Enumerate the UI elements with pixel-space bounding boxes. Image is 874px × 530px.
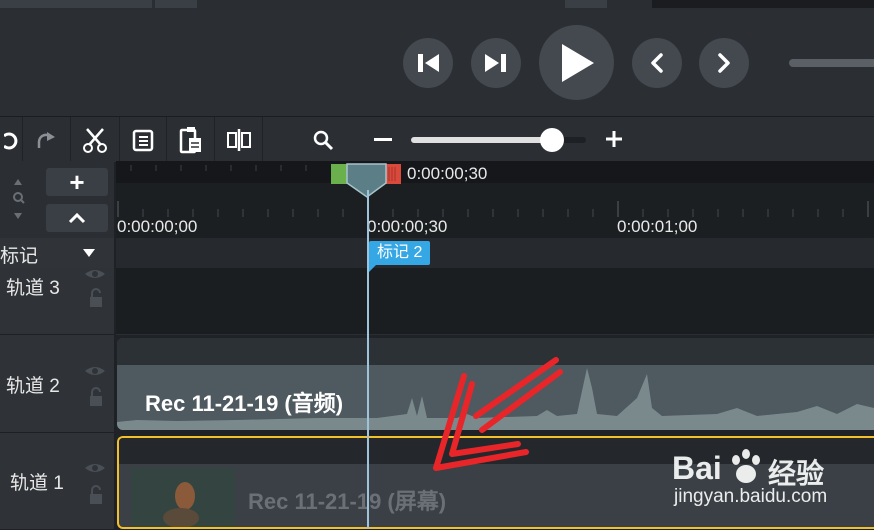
- track-name: 轨道 3: [6, 278, 60, 299]
- ruler-label: 0:00:00;30: [367, 217, 448, 236]
- top-tab[interactable]: [155, 0, 197, 8]
- collapse-tracks-button[interactable]: [46, 204, 108, 232]
- track-header-1[interactable]: 轨道 1: [0, 433, 114, 530]
- split-icon: [226, 128, 251, 151]
- baidu-watermark: Bai 经验 jingyan.baidu.com: [640, 432, 874, 529]
- clip-title: Rec 11-21-19 (屏幕): [248, 489, 447, 514]
- undo-icon: [4, 132, 18, 149]
- eye-icon[interactable]: [84, 365, 106, 377]
- play-button[interactable]: [539, 25, 614, 100]
- chevron-up-icon: [68, 212, 86, 224]
- track-lane-3[interactable]: [116, 268, 874, 335]
- lock-icon[interactable]: [88, 288, 104, 308]
- top-strip: [0, 0, 874, 10]
- player-controls: [0, 10, 874, 116]
- watermark-brand: Bai: [672, 450, 722, 486]
- add-track-button[interactable]: +: [46, 168, 108, 196]
- playhead-time: 0:00:00;30: [407, 164, 488, 183]
- eye-icon[interactable]: [84, 462, 106, 474]
- zoom-slider-fill: [411, 137, 551, 143]
- redo-button[interactable]: [22, 117, 71, 162]
- step-forward-button[interactable]: [471, 38, 521, 88]
- track-name: 轨道 1: [10, 473, 64, 494]
- lock-icon[interactable]: [88, 485, 104, 505]
- clip-thumbnail: [131, 468, 235, 527]
- top-tab[interactable]: [565, 0, 607, 8]
- step-forward-icon: [485, 54, 506, 72]
- play-icon: [561, 43, 594, 82]
- watermark-url: jingyan.baidu.com: [674, 486, 828, 507]
- step-back-button[interactable]: [403, 38, 453, 88]
- previous-button[interactable]: [632, 38, 682, 88]
- chevron-right-icon: [718, 53, 730, 73]
- ruler-label: 0:00:01;00: [617, 217, 698, 236]
- eye-icon[interactable]: [84, 268, 106, 280]
- chevron-left-icon: [651, 53, 663, 73]
- clipboard-icon: [179, 126, 201, 153]
- zoom-slider-thumb[interactable]: [540, 128, 564, 152]
- top-tab[interactable]: [0, 0, 152, 8]
- undo-button[interactable]: [0, 117, 23, 162]
- markers-row-header: 标记: [0, 238, 114, 269]
- track-header-2[interactable]: 轨道 2: [0, 335, 114, 433]
- paw-icon: [732, 449, 760, 483]
- redo-icon: [37, 131, 55, 148]
- track-name: 轨道 2: [6, 376, 60, 397]
- marker-pointer: [369, 264, 377, 272]
- zoom-icon[interactable]: [312, 129, 334, 156]
- copy-button[interactable]: [120, 117, 167, 162]
- dropdown-arrow-icon[interactable]: [82, 248, 96, 258]
- plus-icon: [606, 131, 622, 147]
- top-tab[interactable]: [652, 0, 874, 8]
- marker-badge[interactable]: 标记 2: [369, 241, 431, 265]
- zoom-out-button[interactable]: [374, 138, 392, 141]
- next-button[interactable]: [699, 38, 749, 88]
- ruler-ticks: [116, 161, 874, 217]
- split-button[interactable]: [215, 117, 263, 162]
- out-point-handle: [385, 164, 401, 184]
- in-point-handle: [331, 164, 347, 184]
- cut-button[interactable]: [71, 117, 120, 162]
- add-track-label: +: [69, 167, 85, 197]
- zoom-handle-icon[interactable]: [10, 177, 26, 221]
- paste-button[interactable]: [167, 117, 215, 162]
- copy-icon: [132, 129, 154, 151]
- scissors-icon: [83, 127, 107, 153]
- lock-icon[interactable]: [88, 387, 104, 407]
- zoom-slider[interactable]: [411, 128, 586, 152]
- annotation-arrow: [433, 357, 563, 471]
- step-back-icon: [418, 54, 439, 72]
- zoom-in-button[interactable]: [604, 129, 624, 154]
- ruler-label: 0:00:00;00: [117, 217, 198, 236]
- timeline-ruler[interactable]: 0:00:00;00 0:00:00;30 0:00:01;00: [116, 161, 874, 238]
- track-header-3[interactable]: 轨道 3: [0, 268, 114, 335]
- volume-slider[interactable]: [789, 59, 874, 67]
- marker-lane[interactable]: [116, 238, 874, 268]
- markers-header-label: 标记: [0, 246, 39, 267]
- timeline-toolbar: [0, 116, 874, 162]
- clip-title: Rec 11-21-19 (音频): [145, 391, 344, 416]
